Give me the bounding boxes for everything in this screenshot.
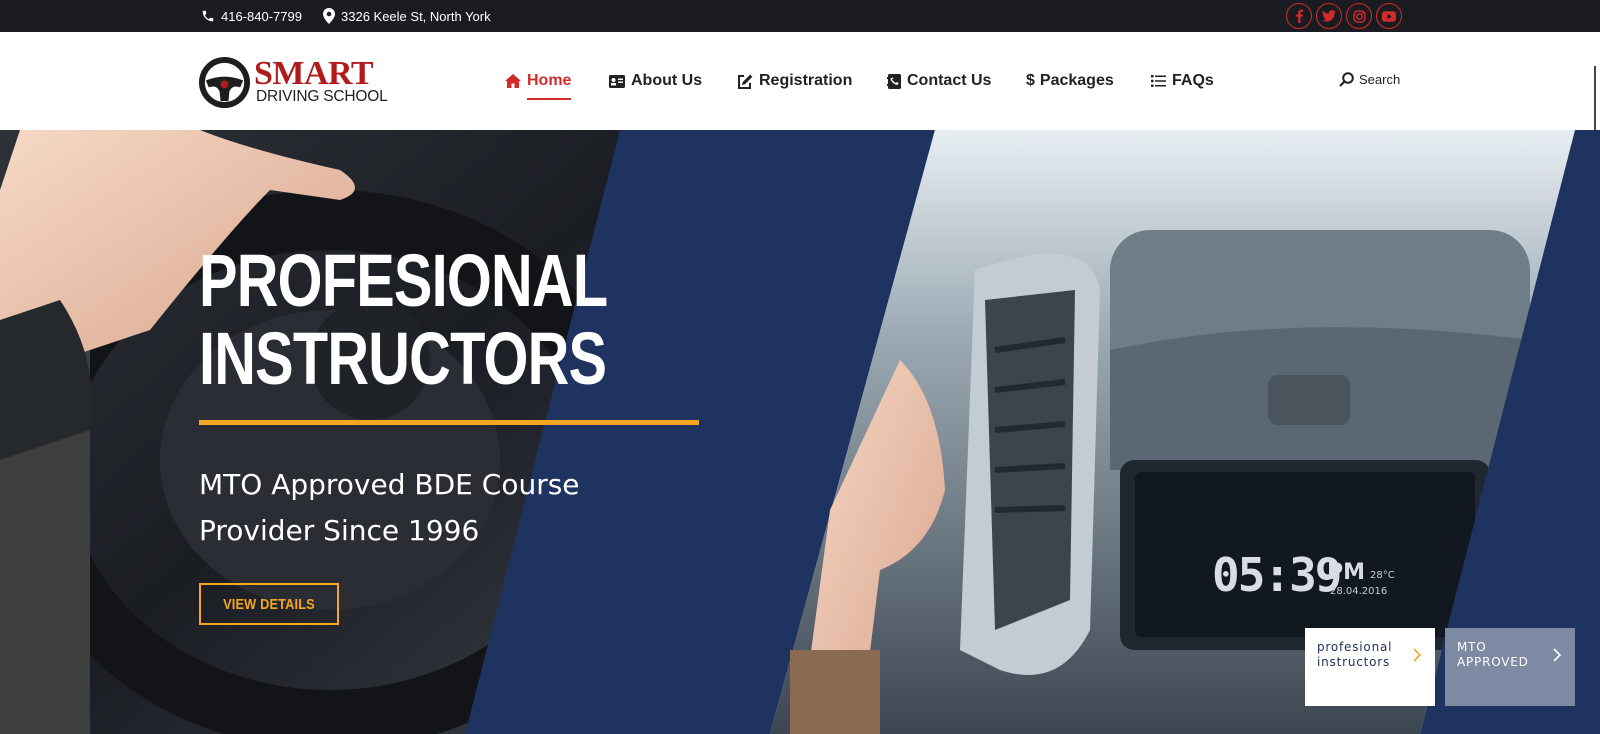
phone-number: 416-840-7799 <box>221 8 302 24</box>
map-pin-icon <box>323 8 335 24</box>
nav-packages[interactable]: $ Packages <box>1026 64 1114 98</box>
site-header: SMART DRIVING SCHOOL Home About Us Regis… <box>0 32 1600 136</box>
dashboard-temp: 28°C <box>1370 570 1395 581</box>
slide-thumbnail-instructors[interactable]: profesional instructors <box>1305 628 1435 706</box>
hero-title-line2: INSTRUCTORS <box>199 317 607 400</box>
hero-slider: 05:39 PM 28°C 28.04.2016 PROFESIONAL INS… <box>0 130 1600 734</box>
nav-about-label: About Us <box>631 72 703 89</box>
id-card-icon <box>609 74 625 88</box>
chevron-right-icon <box>1413 648 1421 662</box>
chevron-right-icon <box>1553 648 1561 662</box>
twitter-icon[interactable] <box>1316 3 1342 29</box>
hero-divider <box>199 420 699 425</box>
contact-book-icon <box>887 73 901 89</box>
facebook-icon[interactable] <box>1286 3 1312 29</box>
hero-subtitle-line2: Provider Since 1996 <box>199 514 480 547</box>
slide-thumbnail-mto[interactable]: MTO APPROVED <box>1445 628 1575 706</box>
nav-home-label: Home <box>527 72 572 89</box>
top-bar: 416-840-7799 3326 Keele St, North York <box>0 0 1600 32</box>
nav-contact-label: Contact Us <box>907 72 992 89</box>
logo-sub-text: DRIVING SCHOOL <box>256 88 388 105</box>
phone-icon <box>202 10 214 22</box>
active-underline <box>527 98 572 100</box>
home-icon <box>505 74 521 88</box>
nav-about-us[interactable]: About Us <box>609 64 702 98</box>
logo-brand-text: SMART <box>254 55 374 92</box>
search-icon <box>1339 72 1354 87</box>
scrollbar-thumb[interactable] <box>1594 66 1596 136</box>
thumb-line1: profesional <box>1317 640 1393 654</box>
youtube-icon[interactable] <box>1376 3 1402 29</box>
view-details-label: VIEW DETAILS <box>223 595 315 613</box>
nav-packages-label: Packages <box>1039 72 1114 89</box>
nav-home[interactable]: Home <box>505 64 572 100</box>
address-contact[interactable]: 3326 Keele St, North York <box>323 0 491 32</box>
dashboard-date: 28.04.2016 <box>1330 586 1388 597</box>
hero-subtitle: MTO Approved BDE Course Provider Since 1… <box>199 462 679 554</box>
nav-registration[interactable]: Registration <box>737 64 852 98</box>
list-icon <box>1151 75 1166 87</box>
edit-icon <box>738 74 753 89</box>
hero-subtitle-line1: MTO Approved BDE Course <box>199 468 580 501</box>
nav-registration-label: Registration <box>759 72 853 89</box>
hero-title: PROFESIONAL INSTRUCTORS <box>199 239 608 400</box>
address-text: 3326 Keele St, North York <box>341 8 491 24</box>
thumb-line1: MTO <box>1457 640 1487 654</box>
nav-faqs[interactable]: FAQs <box>1151 64 1214 98</box>
dashboard-clock: 05:39 <box>1212 548 1342 602</box>
dollar-icon: $ <box>1026 72 1035 89</box>
view-details-button[interactable]: VIEW DETAILS <box>199 583 339 625</box>
steering-wheel-logo-icon <box>198 56 251 109</box>
thumb-line2: APPROVED <box>1457 655 1529 669</box>
dashboard-ampm: PM <box>1327 560 1366 585</box>
thumb-line2: instructors <box>1317 655 1391 669</box>
nav-contact-us[interactable]: Contact Us <box>887 64 991 98</box>
search-button[interactable]: Search <box>1339 72 1400 87</box>
instagram-icon[interactable] <box>1346 3 1372 29</box>
phone-contact[interactable]: 416-840-7799 <box>201 0 302 32</box>
hero-title-line1: PROFESIONAL <box>199 239 608 322</box>
search-label: Search <box>1359 72 1401 87</box>
nav-faqs-label: FAQs <box>1172 72 1214 89</box>
site-logo[interactable]: SMART DRIVING SCHOOL <box>197 55 397 111</box>
